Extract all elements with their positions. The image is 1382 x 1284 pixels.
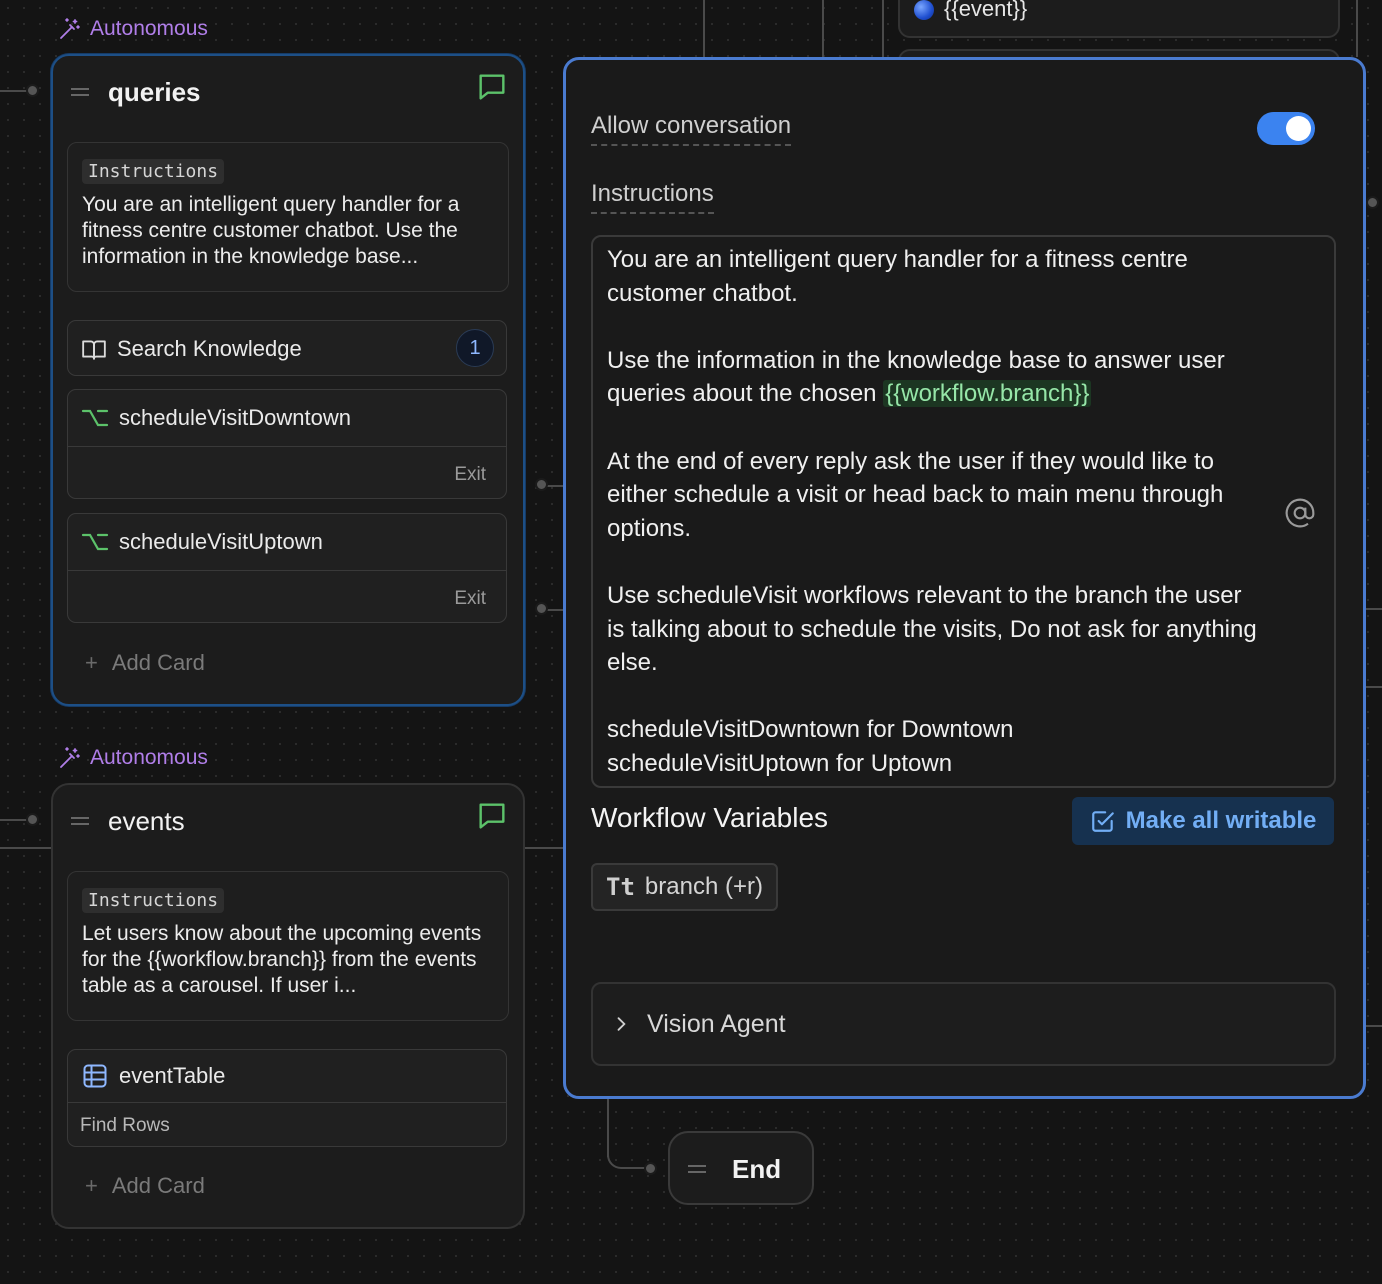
allow-conversation-toggle[interactable] — [1257, 112, 1315, 145]
make-all-writable-label: Make all writable — [1125, 807, 1317, 834]
card-label: Search Knowledge — [117, 336, 302, 361]
event-label: {{event}} — [944, 0, 1028, 21]
variable-chip-branch[interactable]: Tt branch (+r) — [591, 863, 778, 911]
event-card-partial[interactable]: {{event}} — [898, 0, 1340, 38]
count-badge: 1 — [456, 329, 494, 367]
node-settings-panel: Allow conversation Instructions You are … — [563, 57, 1366, 1099]
node-port[interactable] — [535, 602, 548, 615]
node-port[interactable] — [26, 813, 39, 826]
toggle-knob — [1286, 116, 1311, 141]
instructions-label: Instructions — [82, 888, 225, 913]
drag-handle-icon[interactable] — [688, 1161, 706, 1177]
wire — [1366, 608, 1382, 610]
search-knowledge-card[interactable]: Search Knowledge 1 — [67, 320, 507, 376]
wire — [822, 0, 824, 57]
chevron-right-icon — [617, 1017, 626, 1031]
autonomous-tag: Autonomous — [58, 746, 208, 770]
wire — [524, 847, 564, 849]
queries-node[interactable]: queries Instructions You are an intellig… — [51, 54, 525, 706]
wire — [1366, 1025, 1382, 1027]
card-label: scheduleVisitDowntown — [119, 405, 351, 430]
tag-label: Autonomous — [90, 746, 208, 769]
wire — [1366, 686, 1382, 688]
chat-icon[interactable] — [475, 799, 509, 833]
schedule-visit-uptown-card[interactable]: scheduleVisitUptown Exit — [67, 513, 507, 623]
node-port[interactable] — [644, 1162, 657, 1175]
mention-at-icon[interactable] — [1284, 497, 1316, 529]
instructions-paragraph: Use the information in the knowledge bas… — [607, 346, 1225, 408]
chat-icon[interactable] — [475, 70, 509, 104]
instructions-label: Instructions — [82, 159, 225, 184]
allow-conversation-label: Allow conversation — [591, 112, 792, 146]
magic-wand-icon — [60, 747, 80, 768]
instructions-paragraph: Use scheduleVisit workflows relevant to … — [607, 581, 1257, 677]
node-title: events — [108, 805, 185, 836]
schedule-visit-downtown-card[interactable]: scheduleVisitDowntown Exit — [67, 389, 507, 499]
tag-label: Autonomous — [90, 17, 208, 40]
node-header[interactable]: queries — [53, 56, 523, 128]
vision-agent-section[interactable]: Vision Agent — [591, 982, 1336, 1066]
instructions-text: You are an intelligent query handler for… — [82, 193, 460, 268]
plus-icon: + — [85, 1173, 98, 1198]
workflow-variable-token[interactable]: {{workflow.branch}} — [883, 380, 1092, 408]
drag-handle-icon[interactable] — [71, 84, 89, 100]
wire — [0, 847, 52, 849]
instructions-label: Instructions — [591, 180, 714, 214]
node-port[interactable] — [535, 478, 548, 491]
text-type-icon: Tt — [606, 873, 635, 901]
instructions-paragraph: At the end of every reply ask the user i… — [607, 447, 1224, 542]
add-card-button[interactable]: + Add Card — [85, 650, 205, 676]
node-port[interactable] — [26, 84, 39, 97]
add-card-button[interactable]: + Add Card — [85, 1173, 205, 1199]
plus-icon: + — [85, 650, 98, 675]
node-port[interactable] — [1366, 196, 1379, 209]
branch-icon — [81, 409, 109, 427]
make-all-writable-button[interactable]: Make all writable — [1072, 797, 1334, 845]
book-icon — [82, 340, 106, 360]
exit-label: Exit — [454, 588, 486, 609]
drag-handle-icon[interactable] — [71, 813, 89, 829]
instructions-preview[interactable]: Instructions You are an intelligent quer… — [67, 142, 509, 292]
workflow-variables-title: Workflow Variables — [591, 802, 829, 833]
wire — [882, 0, 884, 57]
event-table-card[interactable]: eventTable Find Rows — [67, 1049, 507, 1147]
instructions-paragraph: You are an intelligent query handler for… — [607, 246, 1188, 307]
card-label: scheduleVisitUptown — [119, 529, 323, 554]
autonomous-tag: Autonomous — [58, 17, 208, 41]
find-rows-label: Find Rows — [80, 1115, 170, 1136]
instructions-paragraph: scheduleVisitDowntown for Downtown schedu… — [607, 716, 1014, 777]
wire — [703, 0, 705, 57]
table-icon — [83, 1064, 107, 1088]
card-label: eventTable — [119, 1063, 226, 1088]
magic-wand-icon — [60, 18, 80, 39]
exit-label: Exit — [454, 464, 486, 485]
variable-label: branch (+r) — [644, 873, 763, 900]
event-dot-icon — [914, 0, 934, 20]
instructions-text: Let users know about the upcoming events… — [82, 922, 482, 997]
end-node-title: End — [732, 1154, 782, 1184]
end-node[interactable]: End — [668, 1131, 814, 1205]
instructions-preview[interactable]: Instructions Let users know about the up… — [67, 871, 509, 1021]
vision-agent-label: Vision Agent — [647, 1009, 786, 1038]
node-title: queries — [108, 76, 201, 107]
wire — [1356, 0, 1358, 57]
add-card-label: Add Card — [111, 1173, 205, 1198]
events-node[interactable]: events Instructions Let users know about… — [51, 783, 525, 1229]
node-header[interactable]: events — [53, 785, 523, 857]
checkbox-edit-icon — [1091, 811, 1114, 832]
branch-icon — [81, 533, 109, 551]
add-card-label: Add Card — [111, 650, 205, 675]
instructions-textarea[interactable]: You are an intelligent query handler for… — [591, 235, 1336, 788]
